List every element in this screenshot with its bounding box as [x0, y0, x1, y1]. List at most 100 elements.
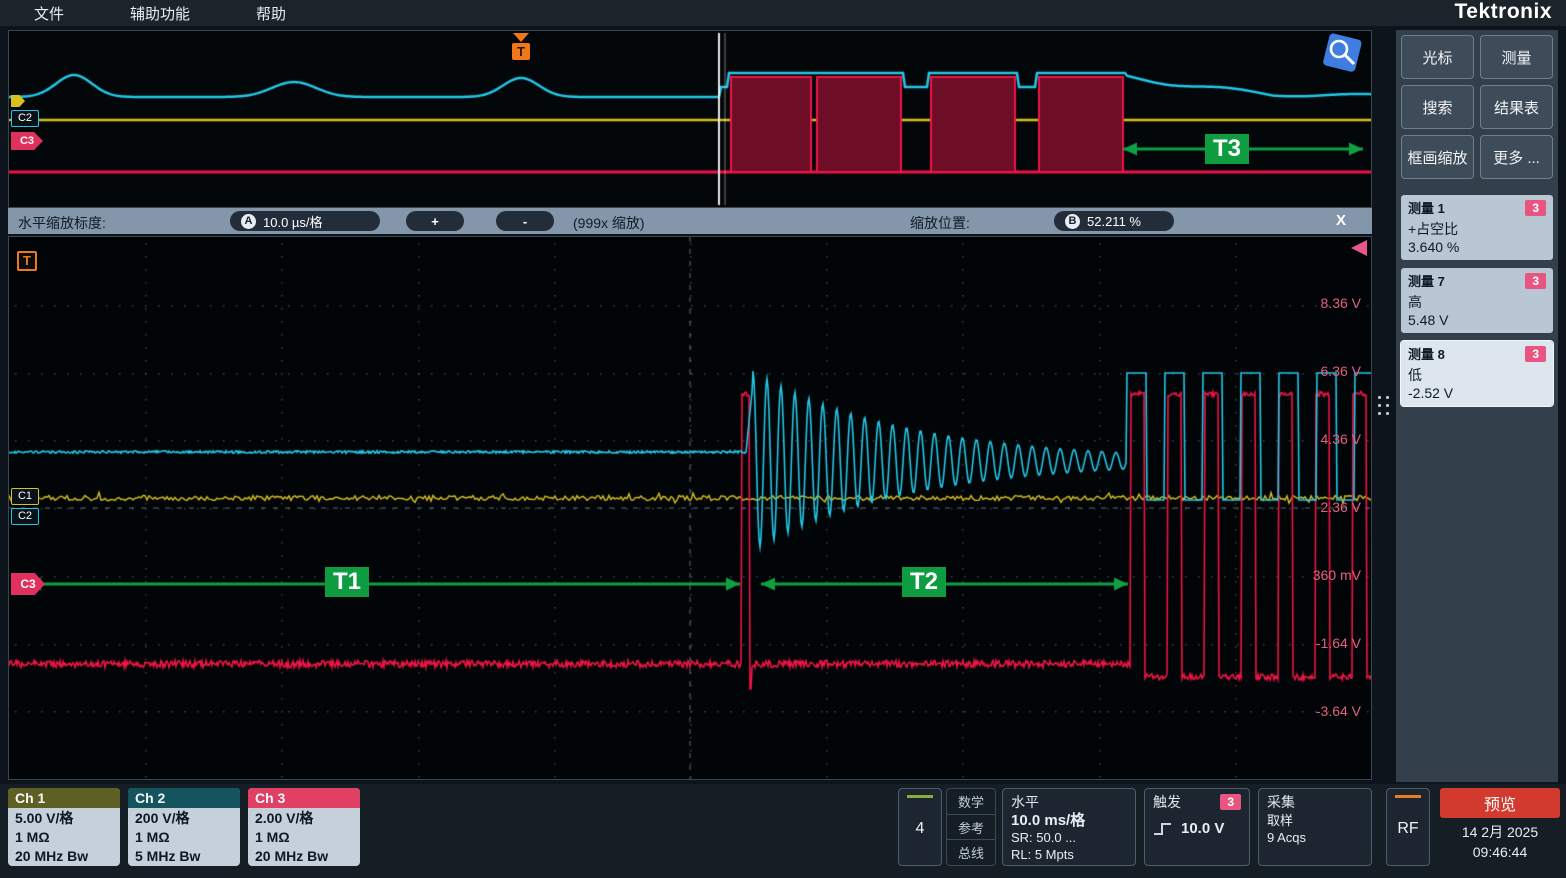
measurement-card-1[interactable]: 测量 1 3 +占空比 3.640 %: [1401, 195, 1553, 260]
t2-annotation: T2: [902, 567, 946, 597]
measurement-title: 测量 8: [1408, 344, 1445, 363]
voltage-scale-label: 360 mV: [1313, 567, 1361, 583]
zoom-scale-knob[interactable]: A 10.0 µs/格: [230, 211, 380, 231]
horizontal-scale: 10.0 ms/格: [1011, 812, 1127, 829]
zoom-factor-label: (999x 缩放): [573, 213, 645, 233]
source-channel-badge: 3: [1525, 200, 1546, 216]
trigger-position-marker[interactable]: T: [512, 33, 530, 60]
horizontal-settings-badge[interactable]: 水平 10.0 ms/格 SR: 50.0 ... RL: 5 Mpts: [1002, 788, 1136, 866]
ref-button[interactable]: 参考: [947, 815, 995, 841]
math-button[interactable]: 数学: [947, 789, 995, 815]
trigger-position-arrow-icon: [1351, 240, 1367, 256]
horizontal-title: 水平: [1011, 792, 1127, 812]
menu-utility[interactable]: 辅助功能: [130, 3, 190, 24]
menu-file[interactable]: 文件: [34, 3, 64, 24]
ch1-bandwidth: 20 MHz Bw: [15, 847, 113, 866]
measurement-card-7[interactable]: 测量 7 3 高 5.48 V: [1401, 268, 1553, 333]
trigger-indicator[interactable]: T: [17, 251, 37, 271]
measurement-value: 5.48 V: [1408, 312, 1546, 328]
trigger-t-icon: T: [512, 43, 530, 60]
t1-annotation: T1: [325, 567, 369, 597]
panel-drag-handle[interactable]: [1378, 396, 1390, 415]
cursors-button[interactable]: 光标: [1401, 35, 1474, 79]
tektronix-logo: Tektronix: [1455, 0, 1552, 24]
knob-b-icon: B: [1065, 214, 1080, 229]
zoom-box-button[interactable]: 框画缩放: [1401, 135, 1474, 179]
rf-badge[interactable]: RF: [1386, 788, 1430, 866]
bus-button[interactable]: 总线: [947, 840, 995, 865]
ch2-impedance: 1 MΩ: [135, 828, 233, 847]
menu-bar: 文件 辅助功能 帮助 Tektronix: [0, 0, 1566, 26]
measurement-value: -2.52 V: [1408, 385, 1546, 401]
oscilloscope-screen: 文件 辅助功能 帮助 Tektronix T C2 C3 T3 水平缩放标度: …: [0, 0, 1566, 878]
measurement-value: 3.640 %: [1408, 239, 1546, 255]
zoom-out-button[interactable]: -: [496, 211, 554, 231]
right-sidebar: 光标 测量 搜索 结果表 框画缩放 更多 ... 测量 1 3 +占空比 3.6…: [1396, 30, 1558, 782]
more-button[interactable]: 更多 ...: [1480, 135, 1553, 179]
zoom-close-button[interactable]: X: [1336, 212, 1346, 229]
menu-help[interactable]: 帮助: [256, 3, 286, 24]
c1-channel-tag[interactable]: C1: [11, 488, 39, 505]
knob-a-icon: A: [241, 214, 256, 229]
zoom-in-button[interactable]: +: [406, 211, 464, 231]
trigger-source-badge: 3: [1220, 794, 1241, 810]
measurement-name: 低: [1408, 365, 1546, 385]
source-channel-badge: 3: [1525, 346, 1546, 362]
date-label: 14 2月 2025: [1440, 822, 1560, 842]
results-table-button[interactable]: 结果表: [1480, 85, 1553, 129]
overview-canvas[interactable]: [9, 31, 1371, 207]
overview-waveform-panel[interactable]: T C2 C3 T3: [8, 30, 1372, 208]
main-waveform-panel[interactable]: T C1 C2 C3 T1 T2 8.36 V 6.36 V 4.36 V 2.…: [8, 236, 1372, 780]
ch4-color-line: [907, 795, 933, 798]
ch3-badge[interactable]: Ch 3 2.00 V/格 1 MΩ 20 MHz Bw: [248, 788, 360, 866]
measurement-card-8[interactable]: 测量 8 3 低 -2.52 V: [1401, 341, 1553, 406]
voltage-scale-label: 4.36 V: [1321, 431, 1361, 447]
ch2-bandwidth: 5 MHz Bw: [135, 847, 233, 866]
acquisition-mode: 取样: [1267, 812, 1363, 829]
c2-channel-tag[interactable]: C2: [11, 508, 39, 525]
measurement-name: +占空比: [1408, 219, 1546, 239]
search-button[interactable]: 搜索: [1401, 85, 1474, 129]
ch1-badge[interactable]: Ch 1 5.00 V/格 1 MΩ 20 MHz Bw: [8, 788, 120, 866]
zoom-scale-value: 10.0 µs/格: [263, 212, 323, 231]
ch1-label: Ch 1: [8, 788, 120, 808]
c2-channel-tag-overview[interactable]: C2: [11, 110, 39, 127]
preview-area: 预览 14 2月 2025 09:46:44: [1440, 788, 1560, 862]
acquisition-badge[interactable]: 采集 取样 9 Acqs: [1258, 788, 1372, 866]
voltage-scale-label: -3.64 V: [1316, 703, 1361, 719]
voltage-scale-label: 8.36 V: [1321, 295, 1361, 311]
ch3-scale: 2.00 V/格: [255, 809, 353, 828]
zoom-position-label: 缩放位置:: [910, 213, 970, 233]
sample-rate: SR: 50.0 ...: [1011, 829, 1127, 846]
measure-button[interactable]: 测量: [1480, 35, 1553, 79]
time-label: 09:46:44: [1440, 842, 1560, 862]
main-waveform-canvas[interactable]: [9, 237, 1371, 779]
rising-edge-icon: [1153, 821, 1173, 837]
t3-annotation: T3: [1205, 134, 1249, 164]
acquisition-title: 采集: [1267, 792, 1363, 812]
ch3-bandwidth: 20 MHz Bw: [255, 847, 353, 866]
ch4-badge[interactable]: 4: [898, 788, 942, 866]
bottom-status-bar: Ch 1 5.00 V/格 1 MΩ 20 MHz Bw Ch 2 200 V/…: [0, 784, 1566, 878]
preview-button[interactable]: 预览: [1440, 788, 1560, 818]
ch1-impedance: 1 MΩ: [15, 828, 113, 847]
menu-items: 文件 辅助功能 帮助: [0, 3, 352, 24]
source-channel-badge: 3: [1525, 273, 1546, 289]
trigger-settings-badge[interactable]: 触发 3 10.0 V: [1144, 788, 1250, 866]
ch2-scale: 200 V/格: [135, 809, 233, 828]
rf-color-line: [1395, 795, 1421, 798]
rf-label: RF: [1387, 820, 1429, 838]
sidebar-button-grid: 光标 测量 搜索 结果表 框画缩放 更多 ...: [1401, 35, 1553, 179]
zoom-position-knob[interactable]: B 52.211 %: [1054, 211, 1174, 231]
trigger-level: 10.0 V: [1181, 820, 1224, 837]
zoom-magnifier-icon[interactable]: [1317, 33, 1365, 82]
voltage-scale-label: -1.64 V: [1316, 635, 1361, 651]
voltage-scale-label: 2.36 V: [1321, 499, 1361, 515]
ch1-scale: 5.00 V/格: [15, 809, 113, 828]
zoom-position-value: 52.211 %: [1087, 214, 1141, 229]
ch2-badge[interactable]: Ch 2 200 V/格 1 MΩ 5 MHz Bw: [128, 788, 240, 866]
measurement-title: 测量 7: [1408, 271, 1445, 290]
ch3-label: Ch 3: [248, 788, 360, 808]
ch4-label: 4: [899, 820, 941, 838]
trigger-arrow-icon: [513, 33, 529, 42]
